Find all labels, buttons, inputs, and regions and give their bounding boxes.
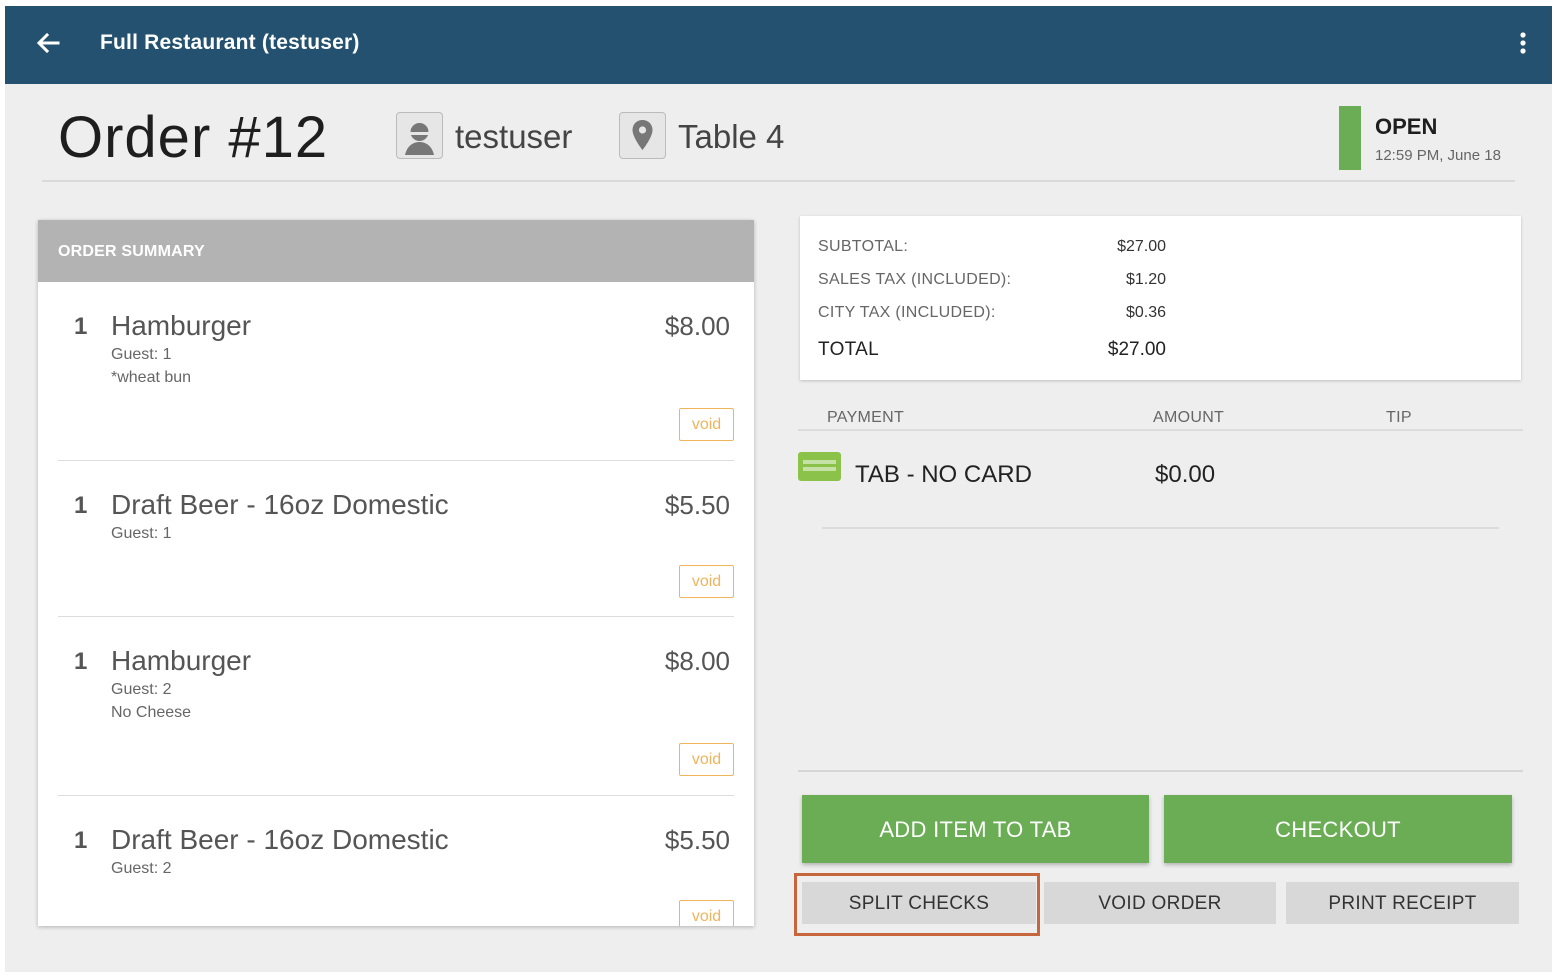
order-summary-header: ORDER SUMMARY — [38, 220, 754, 282]
item-price: $5.50 — [664, 825, 730, 855]
app-window: Full Restaurant (testuser) Order #12 tes… — [5, 6, 1552, 972]
item-quantity: 1 — [74, 648, 88, 675]
total-value: $27.00 — [1107, 339, 1166, 360]
arrow-left-icon[interactable] — [33, 28, 63, 58]
item-guest: Guest: 1 — [111, 346, 172, 363]
more-vertical-icon[interactable] — [1516, 28, 1530, 58]
item-name: Draft Beer - 16oz Domestic — [111, 489, 449, 520]
item-note: No Cheese — [111, 704, 192, 721]
item-price: $8.00 — [664, 311, 730, 341]
order-item[interactable]: 1 Draft Beer - 16oz Domestic $5.50 Guest… — [58, 461, 734, 617]
sales-tax-label: SALES TAX (INCLUDED): — [818, 271, 1012, 288]
status-timestamp: 12:59 PM, June 18 — [1375, 147, 1501, 164]
item-guest: Guest: 2 — [111, 681, 172, 698]
sales-tax-value: $1.20 — [1125, 271, 1166, 288]
city-tax-label: CITY TAX (INCLUDED): — [818, 304, 996, 321]
void-order-button[interactable]: VOID ORDER — [1044, 882, 1276, 924]
item-quantity: 1 — [74, 492, 88, 519]
order-user[interactable]: testuser — [455, 118, 572, 156]
credit-card-icon — [798, 452, 841, 481]
item-price: $5.50 — [664, 490, 730, 520]
status-indicator — [1339, 106, 1361, 170]
payments-divider — [822, 527, 1499, 529]
order-title: Order #12 — [58, 105, 329, 170]
subtotal-value: $27.00 — [1117, 238, 1166, 255]
void-button[interactable]: void — [679, 565, 734, 598]
void-button[interactable]: void — [679, 743, 734, 776]
item-quantity: 1 — [74, 313, 88, 340]
tip-column-header: TIP — [1386, 409, 1412, 426]
item-name: Draft Beer - 16oz Domestic — [111, 824, 449, 855]
map-pin-icon — [619, 112, 666, 159]
order-item[interactable]: 1 Draft Beer - 16oz Domestic $5.50 Guest… — [58, 796, 734, 926]
payment-column-header: PAYMENT — [827, 409, 905, 426]
app-title: Full Restaurant (testuser) — [100, 31, 360, 54]
amount-column-header: AMOUNT — [1153, 409, 1225, 426]
payment-amount: $0.00 — [1155, 461, 1216, 488]
item-guest: Guest: 2 — [111, 860, 172, 877]
user-avatar-icon — [396, 112, 443, 159]
order-items-list[interactable]: 1 Hamburger $8.00 Guest: 1 *wheat bun vo… — [38, 282, 754, 926]
order-item[interactable]: 1 Hamburger $8.00 Guest: 1 *wheat bun vo… — [58, 282, 734, 461]
add-item-to-tab-button[interactable]: ADD ITEM TO TAB — [802, 795, 1149, 863]
payments-header-divider — [798, 429, 1523, 431]
order-table[interactable]: Table 4 — [678, 118, 784, 156]
checkout-button[interactable]: CHECKOUT — [1164, 795, 1512, 863]
city-tax-value: $0.36 — [1125, 304, 1166, 321]
void-button[interactable]: void — [679, 408, 734, 441]
item-guest: Guest: 1 — [111, 525, 172, 542]
payment-method-name[interactable]: TAB - NO CARD — [855, 461, 1032, 489]
subtotal-label: SUBTOTAL: — [818, 238, 909, 255]
item-price: $8.00 — [664, 646, 730, 676]
actions-divider — [798, 770, 1523, 772]
item-name: Hamburger — [111, 310, 252, 341]
app-bar: Full Restaurant (testuser) — [5, 6, 1552, 84]
order-item[interactable]: 1 Hamburger $8.00 Guest: 2 No Cheese voi… — [58, 617, 734, 796]
item-quantity: 1 — [74, 827, 88, 854]
void-button[interactable]: void — [679, 900, 734, 926]
order-summary-panel: ORDER SUMMARY 1 Hamburger $8.00 Guest: 1… — [38, 220, 754, 926]
status-badge: OPEN — [1375, 114, 1438, 139]
item-name: Hamburger — [111, 645, 252, 676]
total-label: TOTAL — [818, 339, 879, 360]
print-receipt-button[interactable]: PRINT RECEIPT — [1286, 882, 1519, 924]
header-divider — [42, 180, 1515, 182]
item-note: *wheat bun — [111, 369, 192, 386]
totals-card: SUBTOTAL: $27.00 SALES TAX (INCLUDED): $… — [800, 216, 1521, 380]
split-checks-button[interactable]: SPLIT CHECKS — [802, 882, 1036, 924]
